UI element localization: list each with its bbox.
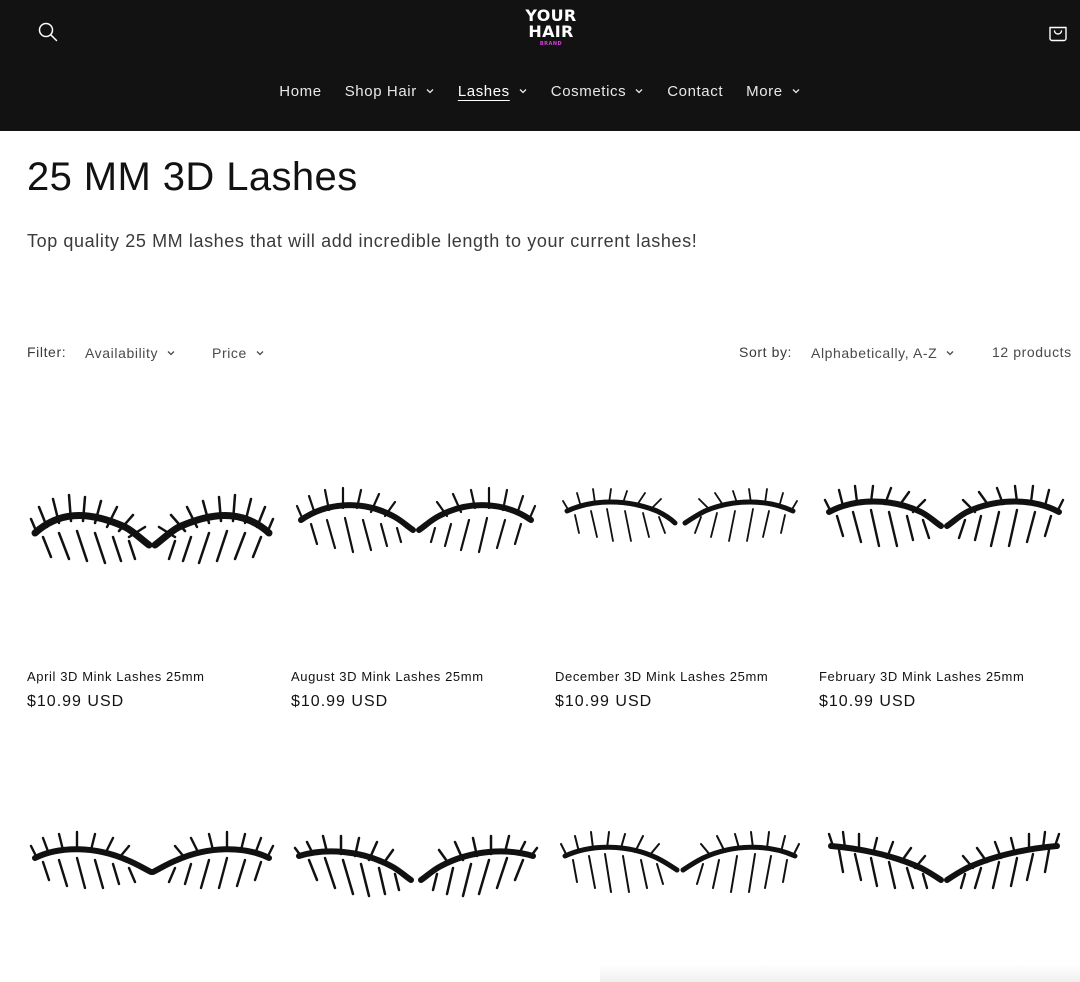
sort-value: Alphabetically, A-Z [811,345,938,361]
collection-description: Top quality 25 MM lashes that will add i… [27,231,698,251]
product-card[interactable] [555,744,805,982]
filter-label: Filter: [27,344,67,360]
product-card[interactable] [819,744,1069,982]
nav-home-label: Home [279,82,322,100]
nav-lashes-label: Lashes [457,82,510,100]
nav-contact[interactable]: Contact [656,74,735,108]
product-card[interactable]: February 3D Mink Lashes 25mm $10.99 USD [819,398,1069,711]
availability-filter[interactable]: Availability [85,338,176,368]
product-count: 12 products [992,344,1072,360]
product-image[interactable] [291,398,541,653]
product-price: $10.99 USD [819,693,917,710]
lash-image-icon [562,487,798,542]
price-filter[interactable]: Price [212,338,265,368]
brand-logo[interactable]: YOUR HAIR BRAND [500,8,602,58]
nav-lashes[interactable]: Lashes [446,74,539,108]
sort-label: Sort by: [739,344,793,360]
search-button[interactable] [28,12,68,52]
chevron-down-icon [792,89,800,94]
price-filter-label: Price [212,345,247,361]
product-title[interactable]: April 3D Mink Lashes 25mm [27,669,277,684]
cart-icon [1049,26,1067,42]
lash-image-icon [823,484,1065,547]
product-title[interactable]: December 3D Mink Lashes 25mm [555,669,805,684]
site-header: YOUR HAIR BRAND Home Shop Hair Lashes Co… [0,0,1080,131]
cart-button[interactable] [1038,12,1078,52]
chevron-down-icon [426,89,434,94]
lash-image-icon [29,493,275,564]
nav-cosmetics[interactable]: Cosmetics [539,74,655,108]
product-title[interactable]: August 3D Mink Lashes 25mm [291,669,541,684]
nav-shop-hair[interactable]: Shop Hair [333,74,446,108]
chevron-down-icon [519,89,527,94]
logo-line-3: BRAND [539,41,563,47]
product-image[interactable] [555,744,805,982]
product-card[interactable] [291,744,541,982]
nav-contact-label: Contact [667,82,724,100]
product-title[interactable]: February 3D Mink Lashes 25mm [819,669,1069,684]
product-image[interactable] [27,398,277,653]
nav-more-label: More [746,82,783,100]
chevron-down-icon [635,89,643,94]
nav-shop-hair-label: Shop Hair [344,82,417,100]
lash-image-icon [29,830,275,889]
chevron-down-icon [256,351,264,356]
chevron-down-icon [167,351,175,356]
collection-title: 25 MM 3D Lashes [27,155,358,199]
main-nav: Home Shop Hair Lashes Cosmetics Contact … [0,74,1080,108]
product-price: $10.99 USD [291,693,389,710]
chevron-down-icon [946,351,954,356]
product-card[interactable]: December 3D Mink Lashes 25mm $10.99 USD [555,398,805,711]
nav-cosmetics-label: Cosmetics [550,82,627,100]
search-icon [38,22,58,42]
product-card[interactable]: August 3D Mink Lashes 25mm $10.99 USD [291,398,541,711]
logo-line-2: HAIR [528,22,574,41]
lash-image-icon [293,834,539,897]
lash-image-icon [295,486,537,553]
product-image[interactable] [819,744,1069,982]
product-image[interactable] [291,744,541,982]
product-image[interactable] [555,398,805,653]
product-image[interactable] [27,744,277,982]
nav-more[interactable]: More [735,74,813,108]
product-price: $10.99 USD [27,693,125,710]
lash-image-icon [827,830,1061,889]
product-price: $10.99 USD [555,693,653,710]
sort-select[interactable]: Alphabetically, A-Z [811,338,955,368]
product-image[interactable] [819,398,1069,653]
nav-home[interactable]: Home [268,74,333,108]
filter-bar: Filter: Availability Price Sort by: Alph… [27,338,1080,368]
product-card[interactable] [27,744,277,982]
availability-filter-label: Availability [85,345,159,361]
product-card[interactable]: April 3D Mink Lashes 25mm $10.99 USD [27,398,277,711]
lash-image-icon [560,830,800,893]
